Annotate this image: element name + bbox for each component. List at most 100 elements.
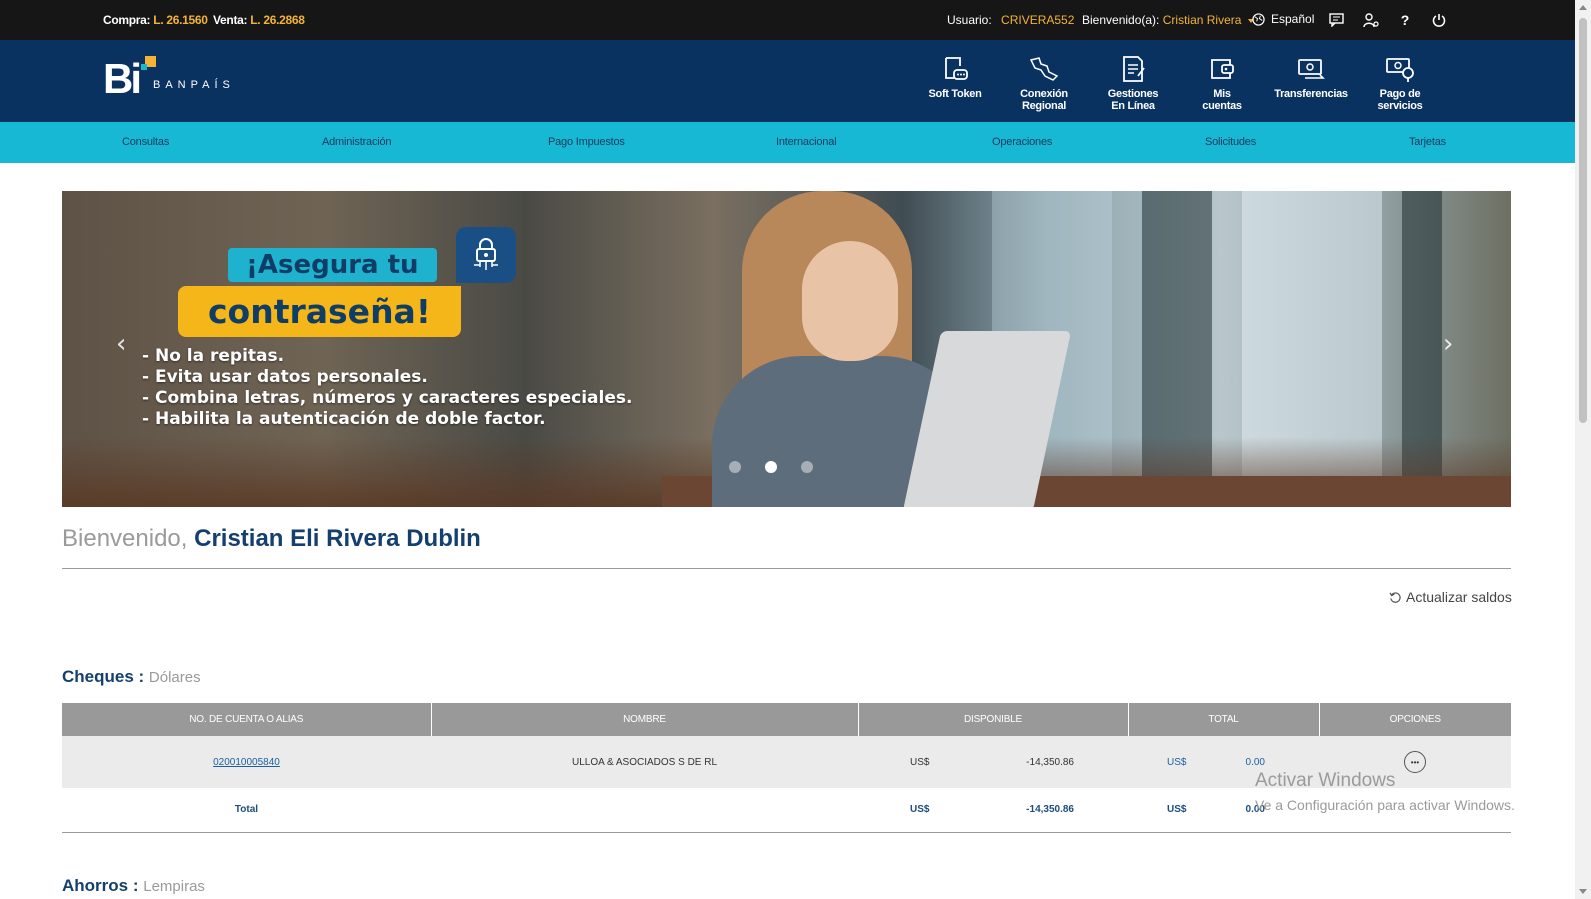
scroll-down-icon[interactable]: [1579, 889, 1587, 894]
account-cell: 020010005840: [62, 736, 431, 788]
account-name: ULLOA & ASOCIADOS S DE RL: [431, 736, 858, 788]
carousel-dot[interactable]: [801, 461, 813, 473]
nav-transferencias[interactable]: Transferencias: [1271, 50, 1351, 100]
banner-headline-top: ¡Asegura tu: [228, 248, 437, 282]
banner-tip: - Habilita la autenticación de doble fac…: [142, 409, 546, 429]
language-label: Español: [1271, 12, 1315, 26]
user-menu[interactable]: Bienvenido(a): Cristian Rivera: [1082, 13, 1254, 27]
total-amount: 0.00: [1245, 756, 1265, 768]
page-scrollbar[interactable]: [1575, 0, 1591, 899]
logo-dot-secondary: [141, 64, 147, 70]
column-header: DISPONIBLE: [858, 703, 1129, 736]
menu-item-solicitudes[interactable]: Solicitudes: [1205, 136, 1256, 148]
banpais-logo[interactable]: Bi BANPAÍS: [103, 55, 235, 102]
nav-mis-cuentas[interactable]: Mis cuentas: [1182, 50, 1262, 112]
user-settings-icon[interactable]: [1362, 11, 1380, 29]
scroll-up-icon[interactable]: [1579, 5, 1587, 10]
banner-lock-badge: [456, 227, 516, 283]
main-menu: Consultas Administración Pago Impuestos …: [0, 122, 1575, 163]
nav-pago-servicios[interactable]: Pago de servicios: [1360, 50, 1440, 112]
available-cell: US$ -14,350.86: [858, 736, 1128, 788]
grand-total-currency: US$: [1167, 804, 1187, 816]
carousel-prev-button[interactable]: ‹: [116, 331, 136, 357]
buy-rate-label: Compra:: [103, 13, 151, 27]
sell-rate: Venta: L. 26.2868: [213, 13, 305, 27]
refresh-label: Actualizar saldos: [1406, 589, 1512, 605]
available-amount: -14,350.86: [1026, 756, 1074, 768]
account-link[interactable]: 020010005840: [213, 757, 280, 768]
available-currency: US$: [910, 756, 930, 768]
nav-gestiones-label: Gestiones En Línea: [1107, 88, 1159, 112]
menu-item-administracion[interactable]: Administración: [322, 136, 392, 148]
table-header-row: NO. DE CUENTA O ALIAS NOMBRE DISPONIBLE …: [62, 703, 1511, 736]
banner-tips: - No la repitas. - Evita usar datos pers…: [142, 346, 632, 430]
menu-item-internacional[interactable]: Internacional: [776, 136, 837, 148]
cheques-table: NO. DE CUENTA O ALIAS NOMBRE DISPONIBLE …: [62, 703, 1511, 833]
carousel-dot[interactable]: [765, 461, 777, 473]
user-info: Usuario: CRIVERA552: [947, 13, 1074, 27]
divider: [62, 568, 1511, 569]
logo-text: BANPAÍS: [153, 79, 235, 91]
carousel-next-button[interactable]: ›: [1443, 331, 1463, 357]
empty-cell: [431, 788, 858, 833]
nav-conexion-regional[interactable]: Conexión Regional: [1004, 50, 1084, 112]
ahorros-section-title: Ahorros : Lempiras: [62, 876, 205, 896]
refresh-balances-button[interactable]: Actualizar saldos: [1389, 589, 1512, 605]
gestiones-icon: [1123, 56, 1145, 82]
scroll-thumb[interactable]: [1579, 18, 1587, 423]
user-label: Usuario:: [947, 13, 992, 27]
menu-item-operaciones[interactable]: Operaciones: [992, 136, 1052, 148]
messages-icon[interactable]: [1327, 11, 1345, 29]
carousel-dot[interactable]: [729, 461, 741, 473]
total-currency: US$: [1167, 756, 1187, 768]
refresh-icon: [1389, 591, 1401, 603]
welcome-value: Cristian Rivera: [1162, 13, 1242, 27]
total-label: Total: [62, 788, 431, 833]
nav-transferencias-label: Transferencias: [1274, 88, 1348, 100]
main-header: Bi BANPAÍS Soft Token Conexión Regional …: [0, 40, 1575, 122]
windows-activation-title: Activar Windows: [1255, 770, 1396, 791]
banner-tip: - Combina letras, números y caracteres e…: [142, 388, 633, 408]
available-total-currency: US$: [910, 804, 930, 816]
power-icon[interactable]: [1430, 11, 1448, 29]
banner-tip: - No la repitas.: [142, 346, 285, 366]
column-header: TOTAL: [1128, 703, 1320, 736]
menu-item-consultas[interactable]: Consultas: [122, 136, 169, 148]
cheques-section-title: Cheques : Dólares: [62, 667, 201, 687]
banner-headline-main: contraseña!: [178, 286, 461, 337]
transferencias-icon: [1298, 59, 1325, 79]
welcome-label: Bienvenido(a):: [1082, 13, 1160, 27]
banner-carousel[interactable]: contraseña! ¡Asegura tu - No la repitas.…: [62, 191, 1511, 507]
pago-servicios-icon: [1386, 58, 1414, 82]
language-selector[interactable]: Español: [1252, 12, 1314, 26]
nav-pago-servicios-label: Pago de servicios: [1377, 88, 1423, 112]
mis-cuentas-icon: [1211, 59, 1234, 79]
soft-token-icon: [945, 57, 968, 80]
welcome-prefix: Bienvenido,: [62, 525, 188, 552]
cheques-title: Cheques :: [62, 667, 145, 686]
logo-mark-text: Bi: [103, 55, 142, 102]
cheques-currency: Dólares: [148, 669, 201, 686]
nav-conexion-regional-label: Conexión Regional: [1020, 88, 1068, 112]
ahorros-currency: Lempiras: [143, 878, 205, 895]
lock-circuit-icon: [474, 238, 498, 270]
top-bar: Compra: L. 26.1560 Venta: L. 26.2868 Usu…: [0, 0, 1575, 40]
menu-item-tarjetas[interactable]: Tarjetas: [1409, 136, 1446, 148]
nav-soft-token[interactable]: Soft Token: [915, 50, 995, 100]
carousel-indicators: [729, 461, 813, 473]
conexion-regional-icon: [1029, 57, 1059, 81]
user-value: CRIVERA552: [1001, 13, 1075, 27]
nav-gestiones[interactable]: Gestiones En Línea: [1093, 50, 1173, 112]
column-header: OPCIONES: [1319, 703, 1511, 736]
available-total-cell: US$ -14,350.86: [858, 788, 1128, 833]
windows-activation-subtitle: Ve a Configuración para activar Windows.: [1255, 797, 1515, 813]
sell-rate-label: Venta:: [213, 13, 248, 27]
logo-mark: Bi: [103, 55, 156, 102]
help-icon[interactable]: ?: [1396, 11, 1414, 29]
menu-item-pago-impuestos[interactable]: Pago Impuestos: [548, 136, 625, 148]
nav-soft-token-label: Soft Token: [928, 88, 982, 100]
available-total-amount: -14,350.86: [1026, 804, 1074, 816]
more-options-icon[interactable]: •••: [1404, 751, 1426, 773]
banner-person-face: [802, 241, 898, 361]
sell-rate-value: L. 26.2868: [250, 13, 305, 27]
